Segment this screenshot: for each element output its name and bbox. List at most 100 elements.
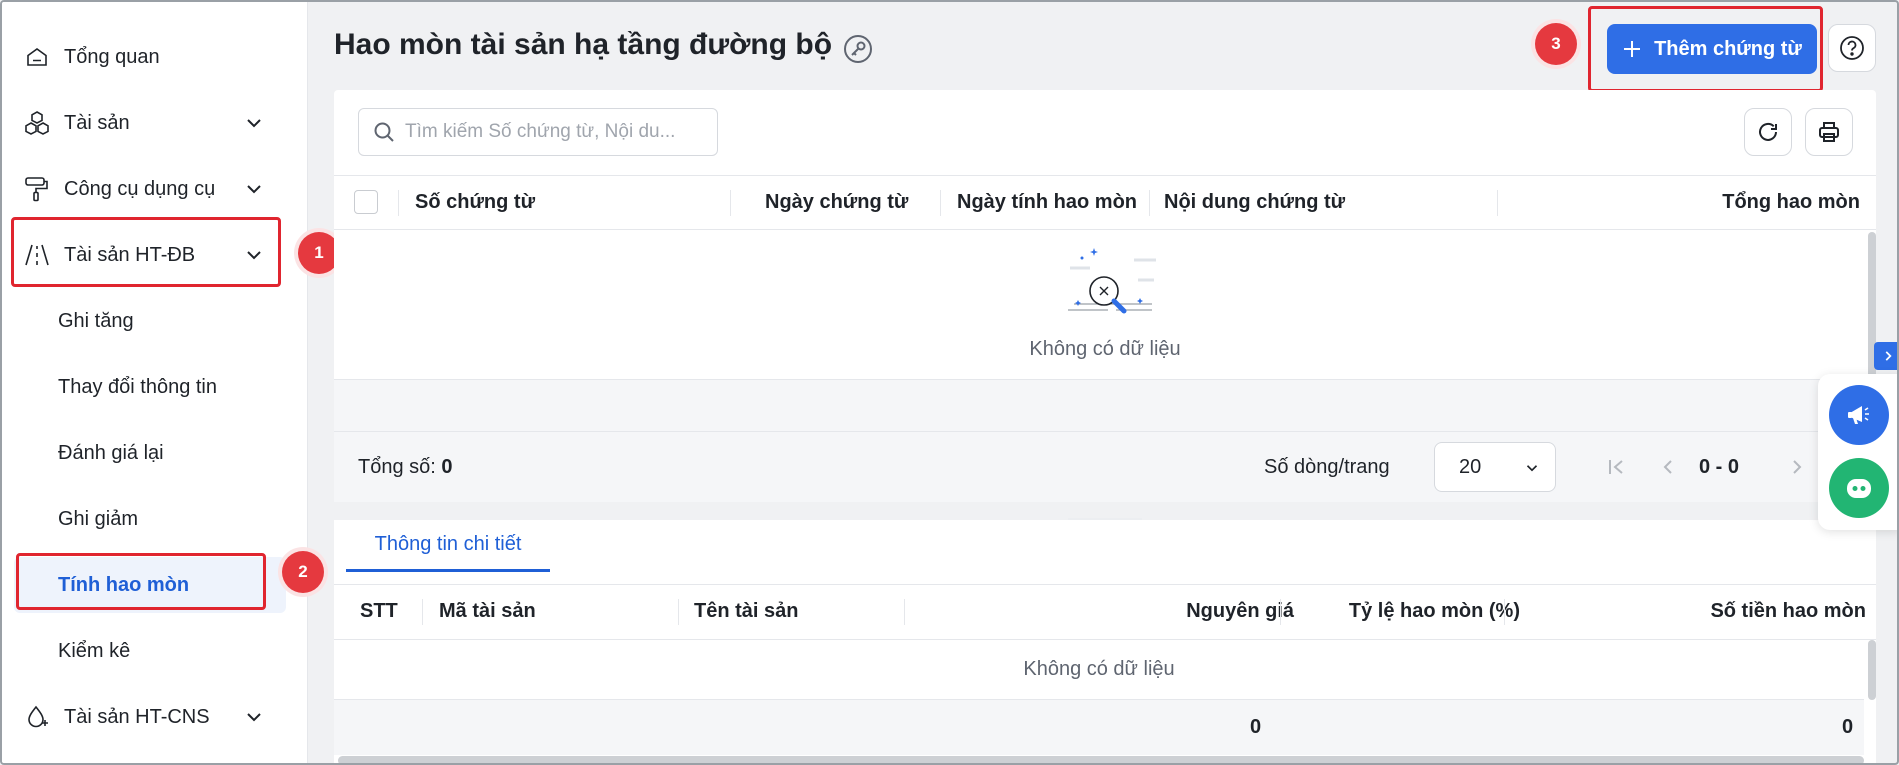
sidebar-subitem-decrease[interactable]: Ghi giảm <box>2 489 302 549</box>
column-header-asset-name[interactable]: Tên tài sản <box>694 585 798 638</box>
column-divider <box>398 190 399 216</box>
column-divider <box>422 599 423 625</box>
first-page-icon[interactable] <box>1604 455 1628 479</box>
sidebar: Tổng quan Tài sản Công cụ dụng cụ Tài sả… <box>2 2 308 763</box>
column-header-content[interactable]: Nội dung chứng từ <box>1164 176 1345 229</box>
sum-original-cost: 0 <box>1250 716 1262 738</box>
megaphone-icon <box>1848 406 1869 424</box>
page-size-value: 20 <box>1459 455 1482 478</box>
pagination-bar: Tổng số: 0 Số dòng/trang 20 0 - 0 <box>334 432 1876 502</box>
column-header-asset-code[interactable]: Mã tài sản <box>439 585 536 638</box>
prev-page-icon[interactable] <box>1656 455 1680 479</box>
sidebar-subitem-label: Kiểm kê <box>58 639 131 662</box>
add-voucher-label: Thêm chứng từ <box>1654 37 1802 60</box>
sidebar-subitem-inventory[interactable]: Kiểm kê <box>2 621 302 681</box>
sidebar-item-tools[interactable]: Công cụ dụng cụ <box>2 156 302 222</box>
sidebar-subitem-revaluation[interactable]: Đánh giá lại <box>2 423 302 483</box>
page-range: 0 - 0 <box>1699 456 1740 478</box>
column-divider <box>1497 190 1498 216</box>
refresh-button[interactable] <box>1744 108 1792 156</box>
annotation-highlight-1 <box>11 217 281 287</box>
tab-detail-info[interactable]: Thông tin chi tiết <box>346 520 550 572</box>
column-header-depreciation-amount[interactable]: Số tiền hao mòn <box>1710 585 1866 638</box>
table-empty-state: Không có dữ liệu <box>334 230 1876 380</box>
column-divider <box>1504 599 1505 625</box>
column-divider <box>730 190 731 216</box>
add-voucher-button[interactable]: Thêm chứng từ <box>1607 24 1817 74</box>
next-page-icon[interactable] <box>1785 455 1809 479</box>
voucher-list-card: Số chứng từ Ngày chứng từ Ngày tính hao … <box>334 90 1876 502</box>
detail-summary-row: 0 0 <box>334 700 1864 755</box>
app-frame: Tổng quan Tài sản Công cụ dụng cụ Tài sả… <box>0 0 1899 765</box>
question-circle-icon <box>1840 36 1864 60</box>
table-summary-row <box>334 380 1876 432</box>
sidebar-item-label: Tài sản <box>64 111 130 134</box>
select-all-checkbox[interactable] <box>354 190 378 214</box>
sidebar-subitem-label: Đánh giá lại <box>58 441 164 464</box>
sidebar-item-overview[interactable]: Tổng quan <box>2 24 302 90</box>
search-input[interactable] <box>405 121 705 143</box>
sidebar-subitem-label: Ghi giảm <box>58 507 139 530</box>
column-divider <box>1280 599 1281 625</box>
scrollbar[interactable] <box>1868 640 1876 700</box>
water-drop-icon <box>22 702 52 732</box>
annotation-badge-3: 3 <box>1535 23 1577 65</box>
total-value: 0 <box>441 456 453 478</box>
sidebar-item-water-assets[interactable]: Tài sản HT-CNS <box>2 684 302 750</box>
search-icon <box>374 122 394 142</box>
sidebar-item-label: Tổng quan <box>64 45 160 68</box>
column-header-index[interactable]: STT <box>360 585 398 638</box>
empty-message: Không có dữ liệu <box>1029 338 1181 360</box>
key-circle-icon[interactable] <box>842 33 874 65</box>
sidebar-item-label: Công cụ dụng cụ <box>64 177 216 200</box>
chevron-down-icon <box>247 119 261 128</box>
sidebar-item-assets[interactable]: Tài sản <box>2 90 302 156</box>
column-header-depreciation-rate[interactable]: Tỷ lệ hao mòn (%) <box>1349 585 1520 638</box>
total-count: Tổng số: 0 <box>358 456 453 479</box>
sidebar-subitem-label: Thay đổi thông tin <box>58 375 217 398</box>
total-label: Tổng số: <box>358 456 436 478</box>
column-header-voucher-no[interactable]: Số chứng từ <box>415 176 535 229</box>
column-header-original-cost[interactable]: Nguyên giá <box>1186 585 1294 638</box>
sidebar-subitem-label: Ghi tăng <box>58 309 134 332</box>
chevron-right-icon <box>1885 351 1892 361</box>
chevron-down-icon <box>247 185 261 194</box>
column-header-depreciation-date[interactable]: Ngày tính hao mòn <box>957 176 1137 229</box>
column-divider <box>1149 190 1150 216</box>
sidebar-subitem-label: Tính hao mòn <box>58 573 190 596</box>
rows-per-page-label: Số dòng/trang <box>1264 456 1390 478</box>
floating-widgets <box>1818 374 1897 530</box>
chevron-down-icon <box>247 713 261 722</box>
sidebar-subitem-change-info[interactable]: Thay đổi thông tin <box>2 357 302 417</box>
no-data-illustration <box>1068 248 1156 314</box>
column-divider <box>678 599 679 625</box>
robot-chat-icon <box>1847 479 1871 498</box>
column-header-total-depreciation[interactable]: Tổng hao mòn <box>1722 176 1860 229</box>
page-size-select[interactable]: 20 <box>1434 442 1556 492</box>
chevron-down-icon <box>1526 465 1538 472</box>
detail-table-header: STT Mã tài sản Tên tài sản Nguyên giá Tỷ… <box>334 584 1876 640</box>
column-header-voucher-date[interactable]: Ngày chứng từ <box>765 176 908 229</box>
column-divider <box>904 599 905 625</box>
column-divider <box>940 190 941 216</box>
chatbot-button[interactable] <box>1829 458 1889 518</box>
announcement-button[interactable] <box>1829 385 1889 445</box>
expand-side-panel-button[interactable] <box>1874 342 1897 370</box>
sidebar-item-label: Tài sản HT-CNS <box>64 705 210 728</box>
print-button[interactable] <box>1805 108 1853 156</box>
printer-icon <box>1819 122 1839 142</box>
sum-depreciation-amount: 0 <box>1842 716 1854 738</box>
empty-message: Không có dữ liệu <box>1023 658 1175 680</box>
detail-panel: Thông tin chi tiết STT Mã tài sản Tên tà… <box>334 520 1876 763</box>
horizontal-scrollbar[interactable] <box>338 756 1864 763</box>
search-box[interactable] <box>358 108 718 156</box>
detail-empty-state: Không có dữ liệu <box>334 640 1864 700</box>
plus-icon <box>1624 41 1641 57</box>
home-icon <box>22 42 52 72</box>
sidebar-subitem-increase[interactable]: Ghi tăng <box>2 291 302 351</box>
help-button[interactable] <box>1828 24 1876 72</box>
cubes-icon <box>22 108 52 138</box>
refresh-icon <box>1759 122 1777 141</box>
paint-roller-icon <box>22 174 52 204</box>
annotation-badge-2: 2 <box>282 551 324 593</box>
